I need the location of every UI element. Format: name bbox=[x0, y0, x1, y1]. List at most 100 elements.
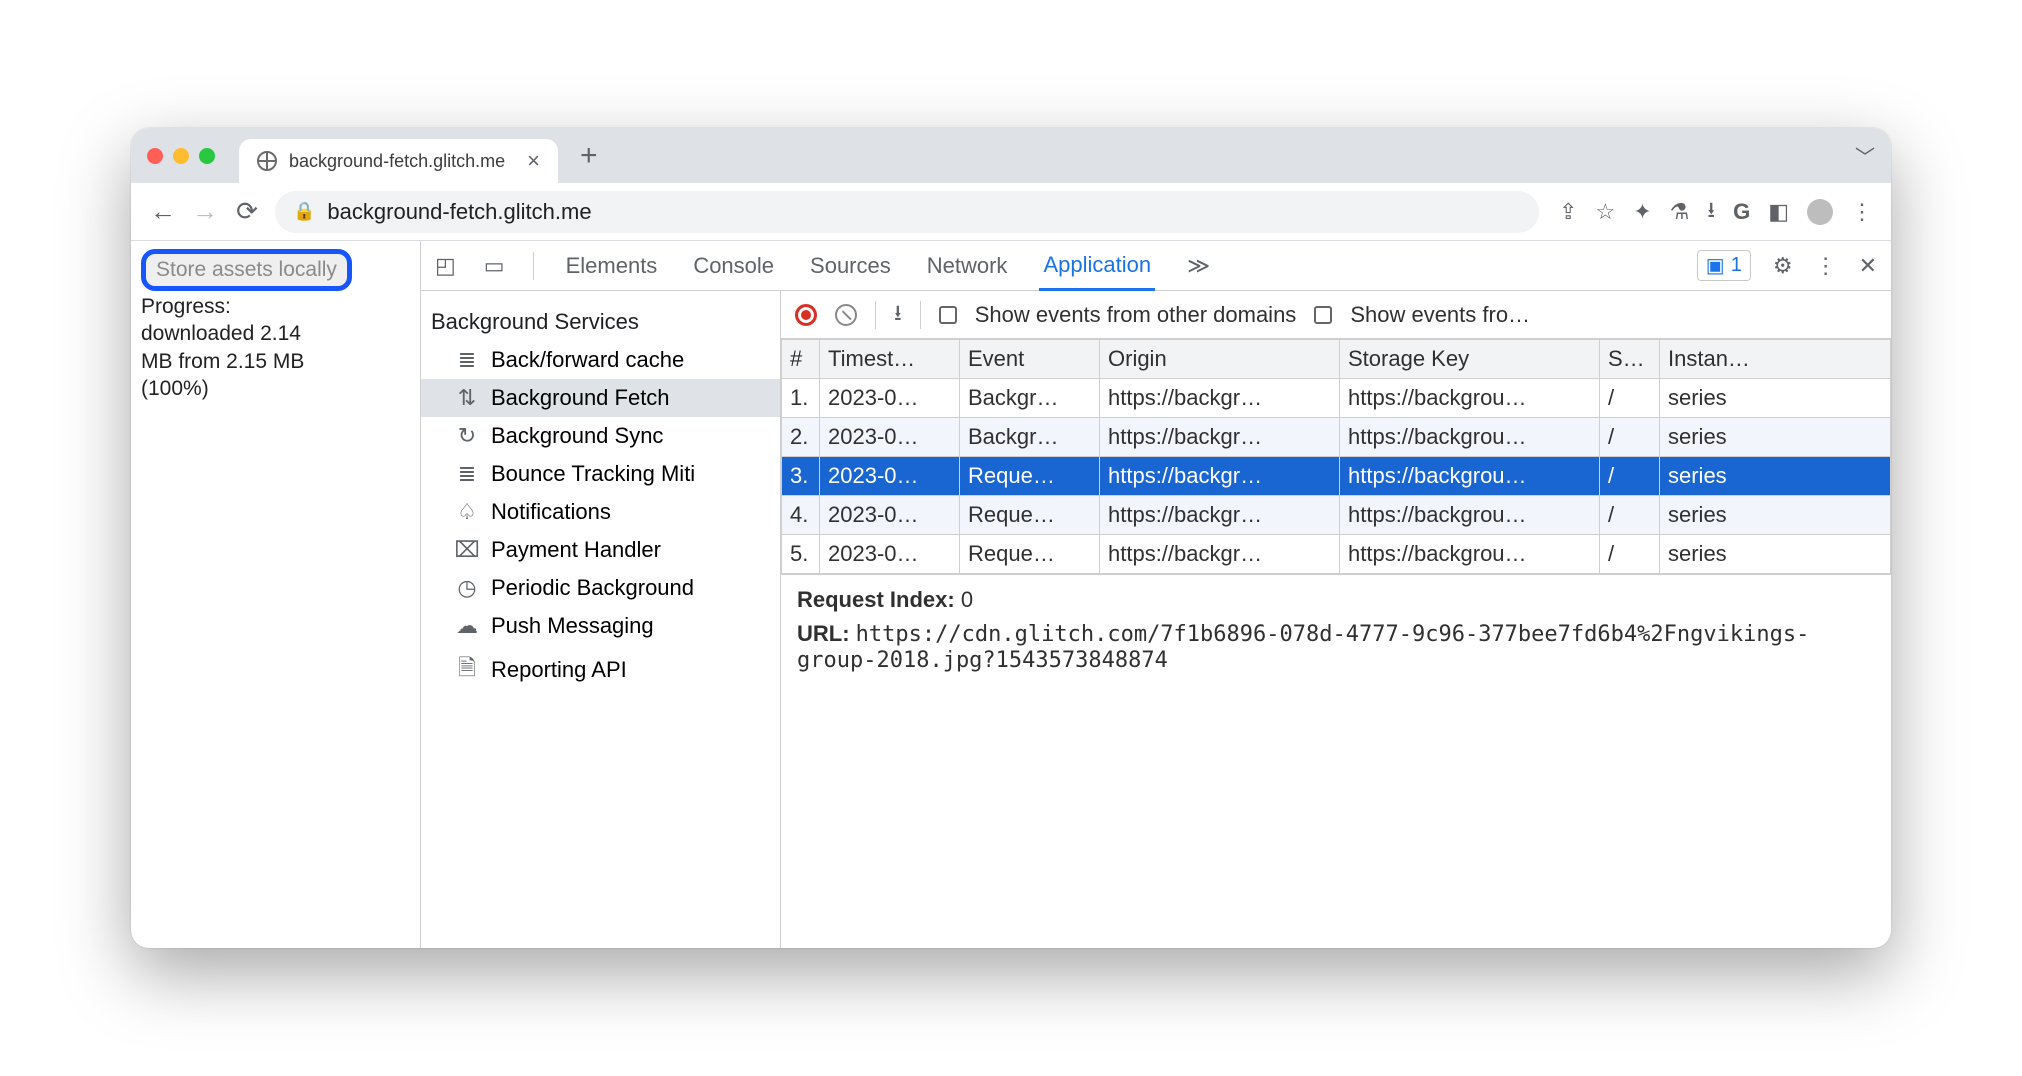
table-cell: Reque… bbox=[960, 457, 1100, 496]
col-sw-scope[interactable]: S… bbox=[1600, 340, 1660, 379]
window-minimize-button[interactable] bbox=[173, 148, 189, 164]
divider bbox=[875, 301, 876, 329]
table-cell: / bbox=[1600, 457, 1660, 496]
request-index-value: 0 bbox=[961, 587, 973, 612]
bookmark-icon[interactable]: ☆ bbox=[1595, 199, 1615, 225]
col-num[interactable]: # bbox=[782, 340, 820, 379]
browser-window: background-fetch.glitch.me × + ﹀ ← → ⟳ 🔒… bbox=[131, 128, 1891, 948]
lock-icon: 🔒 bbox=[293, 201, 315, 222]
tabs-overflow[interactable]: ≫ bbox=[1183, 243, 1214, 289]
back-button[interactable]: ← bbox=[149, 196, 177, 227]
col-instance[interactable]: Instan… bbox=[1660, 340, 1891, 379]
forward-button[interactable]: → bbox=[191, 196, 219, 227]
devtools-menu-icon[interactable]: ⋮ bbox=[1815, 253, 1837, 279]
settings-icon[interactable]: ⚙ bbox=[1773, 253, 1793, 279]
sidebar-icon: ⌧ bbox=[455, 537, 479, 563]
sidebar-icon: ≣ bbox=[455, 347, 479, 373]
col-storage-key[interactable]: Storage Key bbox=[1340, 340, 1600, 379]
col-timestamp[interactable]: Timest… bbox=[820, 340, 960, 379]
table-cell: Backgr… bbox=[960, 379, 1100, 418]
traffic-lights bbox=[147, 148, 215, 164]
table-cell: https://backgr… bbox=[1100, 535, 1340, 574]
inspect-icon[interactable]: ◰ bbox=[435, 253, 456, 279]
events-toolbar: ⭳ Show events from other domains Show ev… bbox=[781, 291, 1891, 339]
table-cell: https://backgr… bbox=[1100, 496, 1340, 535]
kebab-menu-icon[interactable]: ⋮ bbox=[1851, 199, 1873, 225]
table-cell: https://backgrou… bbox=[1340, 496, 1600, 535]
table-cell: Reque… bbox=[960, 496, 1100, 535]
window-zoom-button[interactable] bbox=[199, 148, 215, 164]
table-cell: 3. bbox=[782, 457, 820, 496]
window-close-button[interactable] bbox=[147, 148, 163, 164]
tabs-dropdown-icon[interactable]: ﹀ bbox=[1855, 141, 1875, 170]
col-origin[interactable]: Origin bbox=[1100, 340, 1340, 379]
table-header-row: # Timest… Event Origin Storage Key S… In… bbox=[782, 340, 1891, 379]
omnibox[interactable]: 🔒 background-fetch.glitch.me bbox=[275, 191, 1539, 233]
download-icon[interactable]: ⭳ bbox=[1707, 193, 1715, 231]
table-cell: 5. bbox=[782, 535, 820, 574]
table-cell: https://backgr… bbox=[1100, 457, 1340, 496]
sidepanel-icon[interactable]: ◧ bbox=[1768, 199, 1789, 225]
titlebar: background-fetch.glitch.me × + ﹀ bbox=[131, 128, 1891, 183]
divider bbox=[920, 301, 921, 329]
tab-elements[interactable]: Elements bbox=[562, 243, 662, 289]
sidebar-item-push-messaging[interactable]: ☁Push Messaging bbox=[421, 607, 780, 645]
sidebar-icon: ☁ bbox=[455, 613, 479, 639]
table-row[interactable]: 3.2023-0…Reque…https://backgr…https://ba… bbox=[782, 457, 1891, 496]
table-cell: https://backgr… bbox=[1100, 379, 1340, 418]
clear-button[interactable] bbox=[835, 304, 857, 326]
table-cell: series bbox=[1660, 457, 1891, 496]
sidebar-icon: 🗎 bbox=[455, 651, 479, 689]
col-event[interactable]: Event bbox=[960, 340, 1100, 379]
event-detail: Request Index: 0 URL: https://cdn.glitch… bbox=[781, 574, 1891, 685]
sidebar-item-back-forward-cache[interactable]: ≣ Back/forward cache bbox=[421, 341, 780, 379]
request-index-label: Request Index: bbox=[797, 587, 955, 612]
table-cell: 4. bbox=[782, 496, 820, 535]
show-events-from-checkbox[interactable] bbox=[1314, 306, 1332, 324]
devtools-close-icon[interactable]: ✕ bbox=[1859, 253, 1877, 279]
sidebar-item-label: Back/forward cache bbox=[491, 347, 684, 373]
sidebar-item-notifications[interactable]: ♤Notifications bbox=[421, 493, 780, 531]
sidebar-item-background-sync[interactable]: ↻Background Sync bbox=[421, 417, 780, 455]
sidebar-item-payment-handler[interactable]: ⌧ Payment Handler bbox=[421, 531, 780, 569]
tab-network[interactable]: Network bbox=[923, 243, 1012, 289]
close-tab-icon[interactable]: × bbox=[527, 148, 540, 174]
sidebar-item-label: Payment Handler bbox=[491, 537, 661, 563]
sidebar-item-label: Notifications bbox=[491, 499, 611, 525]
table-cell: / bbox=[1600, 535, 1660, 574]
table-row[interactable]: 5.2023-0…Reque…https://backgr…https://ba… bbox=[782, 535, 1891, 574]
table-row[interactable]: 2.2023-0…Backgr…https://backgr…https://b… bbox=[782, 418, 1891, 457]
device-toggle-icon[interactable]: ▭ bbox=[484, 253, 505, 279]
table-cell: / bbox=[1600, 496, 1660, 535]
sidebar-item-reporting-api[interactable]: 🗎Reporting API bbox=[421, 645, 780, 695]
table-cell: Reque… bbox=[960, 535, 1100, 574]
sidebar-item-label: Bounce Tracking Miti bbox=[491, 461, 695, 487]
sidebar-item-periodic-background[interactable]: ◷Periodic Background bbox=[421, 569, 780, 607]
url-label: URL: bbox=[797, 621, 850, 646]
table-row[interactable]: 1.2023-0…Backgr…https://backgr…https://b… bbox=[782, 379, 1891, 418]
page-content: Store assets locally Progress: downloade… bbox=[131, 241, 421, 948]
tab-console[interactable]: Console bbox=[689, 243, 778, 289]
extensions-icon[interactable]: ✦ bbox=[1633, 199, 1651, 225]
table-row[interactable]: 4.2023-0…Reque…https://backgr…https://ba… bbox=[782, 496, 1891, 535]
show-other-domains-checkbox[interactable] bbox=[939, 306, 957, 324]
store-assets-button[interactable]: Store assets locally bbox=[141, 249, 352, 291]
table-cell: series bbox=[1660, 496, 1891, 535]
google-icon[interactable]: G bbox=[1733, 199, 1750, 225]
url-text: background-fetch.glitch.me bbox=[327, 199, 591, 225]
profile-avatar[interactable] bbox=[1807, 199, 1833, 225]
share-icon[interactable]: ⇪ bbox=[1559, 199, 1577, 225]
browser-tab[interactable]: background-fetch.glitch.me × bbox=[239, 139, 558, 183]
issues-icon: ▣ bbox=[1706, 253, 1725, 278]
sidebar-heading: Background Services bbox=[421, 305, 780, 341]
issues-badge[interactable]: ▣ 1 bbox=[1697, 250, 1751, 281]
labs-icon[interactable]: ⚗ bbox=[1670, 199, 1690, 225]
record-button[interactable] bbox=[795, 304, 817, 326]
tab-application[interactable]: Application bbox=[1039, 242, 1155, 291]
new-tab-button[interactable]: + bbox=[580, 139, 598, 173]
tab-sources[interactable]: Sources bbox=[806, 243, 895, 289]
sidebar-item-bounce-tracking-miti[interactable]: ≣Bounce Tracking Miti bbox=[421, 455, 780, 493]
reload-button[interactable]: ⟳ bbox=[233, 196, 261, 227]
sidebar-item-background-fetch[interactable]: ⇅Background Fetch bbox=[421, 379, 780, 417]
save-events-icon[interactable]: ⭳ bbox=[894, 296, 902, 334]
